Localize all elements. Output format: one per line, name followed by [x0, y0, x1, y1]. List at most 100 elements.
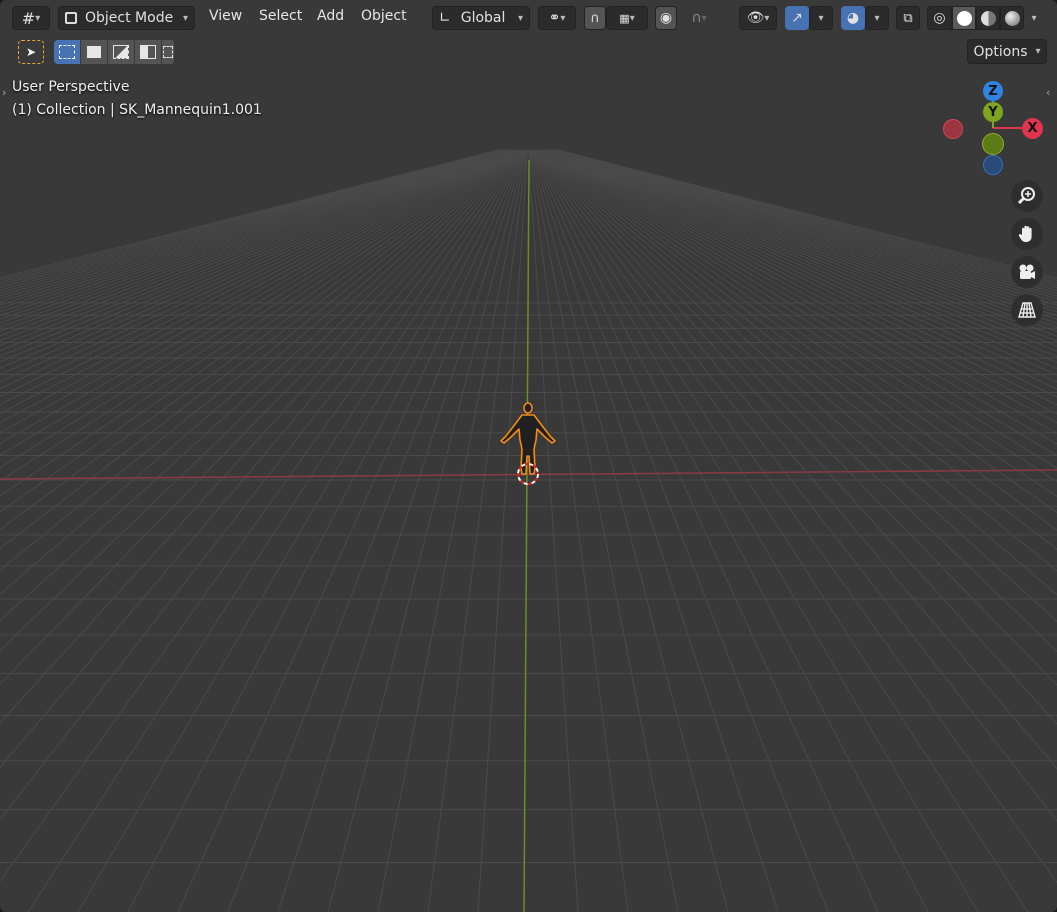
chevron-down-icon: ▾ [35, 12, 41, 24]
chevron-down-icon: ▾ [629, 12, 635, 24]
menu-object[interactable]: Object [361, 8, 407, 24]
grid-line [531, 149, 879, 912]
grid-line [0, 149, 523, 883]
gizmo-dropdown[interactable]: ▾ [809, 6, 833, 30]
editor-type-button[interactable]: # ▾ [12, 6, 50, 30]
proportional-edit-toggle[interactable]: ◉ [655, 6, 677, 30]
y-axis-line [523, 159, 530, 912]
shading-wireframe[interactable]: ◎ [927, 6, 952, 30]
snap-target-button[interactable]: ▦ ▾ [606, 6, 648, 30]
select-intersect-icon [163, 46, 173, 58]
grid-line [477, 149, 528, 912]
grid-line [377, 149, 527, 912]
mode-select[interactable]: Object Mode ▾ [58, 6, 195, 30]
gizmo-icon: ↗ [791, 10, 803, 26]
chevron-down-icon: ▾ [701, 12, 707, 24]
viewport-header: # ▾ Object Mode ▾ View Select Add Object … [0, 0, 1057, 36]
chevron-down-icon: ▾ [818, 12, 824, 24]
object-mode-icon [65, 12, 77, 24]
overlays-icon: ◕ [846, 10, 860, 26]
options-dropdown[interactable]: Options ▾ [967, 39, 1047, 64]
snap-toggle[interactable]: ∩ [584, 6, 606, 30]
zoom-button[interactable] [1011, 180, 1043, 212]
grid-icon: # [21, 8, 36, 28]
grid-perspective-icon [1018, 302, 1036, 318]
chevron-down-icon: ▾ [517, 12, 523, 24]
gizmo-z-label: Z [988, 83, 998, 99]
proportional-edit-icon: ◉ [659, 10, 673, 26]
grid-line [530, 149, 829, 912]
magnet-icon: ∩ [590, 10, 600, 26]
collection-info: (1) Collection | SK_Mannequin1.001 [12, 102, 262, 118]
solid-sphere-icon [956, 10, 972, 26]
xray-toggle[interactable]: ⧉ [896, 6, 920, 30]
grid-line [227, 149, 526, 912]
eye-icon: 👁 [746, 10, 765, 26]
falloff-button[interactable]: ∩ ▾ [679, 6, 719, 30]
orientation-label: Global [460, 10, 506, 26]
gizmo-x-axis[interactable]: X [1022, 118, 1043, 139]
gizmo-toggle[interactable]: ↗ [785, 6, 809, 30]
shading-material[interactable] [976, 6, 1000, 30]
gizmo-neg-y[interactable] [982, 133, 1004, 155]
3d-cursor[interactable] [514, 460, 542, 488]
camera-icon [1019, 264, 1035, 279]
select-mode-new[interactable] [54, 40, 81, 64]
transform-orientation-select[interactable]: ∟ Global ▾ [432, 6, 530, 30]
gizmo-z-axis[interactable]: Z [983, 81, 1003, 101]
grid-line [529, 149, 679, 912]
chevron-down-icon: ▾ [182, 12, 188, 24]
wireframe-sphere-icon: ◎ [933, 10, 946, 26]
snap-increment-icon: ▦ [619, 11, 630, 25]
menu-view[interactable]: View [209, 8, 242, 24]
grid-line [427, 149, 528, 912]
gizmo-y-axis[interactable]: Y [983, 102, 1003, 122]
pan-button[interactable] [1011, 218, 1043, 250]
zoom-icon [1017, 187, 1035, 205]
select-subtract-icon [113, 45, 129, 59]
shading-rendered[interactable] [1000, 6, 1024, 30]
select-new-icon [59, 45, 75, 59]
grid-line [327, 149, 527, 912]
overlays-dropdown[interactable]: ▾ [865, 6, 889, 30]
select-mode-invert[interactable] [135, 40, 162, 64]
material-sphere-icon [980, 10, 996, 26]
select-invert-icon [140, 45, 156, 59]
xray-icon: ⧉ [903, 10, 913, 26]
rendered-sphere-icon [1004, 10, 1020, 26]
chevron-down-icon: ▾ [560, 12, 566, 24]
chevron-down-icon: ▾ [764, 12, 770, 24]
shading-solid[interactable] [952, 6, 976, 30]
select-mode-intersect[interactable] [162, 40, 175, 64]
gizmo-x-label: X [1027, 121, 1038, 136]
grid-line [529, 149, 729, 912]
grid-line [528, 149, 629, 912]
grid-line [528, 149, 579, 912]
grid-line [0, 149, 523, 821]
shading-dropdown[interactable]: ▾ [1024, 6, 1044, 30]
toolbar-expand-arrow-icon[interactable]: › [2, 86, 6, 99]
overlays-toggle[interactable]: ◕ [841, 6, 865, 30]
perspective-toggle-button[interactable] [1011, 294, 1043, 326]
grid-line [177, 149, 525, 912]
falloff-curve-icon: ∩ [691, 10, 702, 26]
hand-icon [1018, 225, 1032, 242]
grid-line [77, 149, 524, 912]
pivot-point-button[interactable]: ⚭ ▾ [538, 6, 576, 30]
menu-select[interactable]: Select [259, 8, 302, 24]
pivot-icon: ⚭ [548, 10, 561, 26]
camera-view-button[interactable] [1011, 256, 1043, 288]
gizmo-y-label: Y [988, 104, 998, 120]
chevron-down-icon: ▾ [874, 12, 880, 24]
gizmo-neg-z[interactable] [983, 155, 1003, 175]
3d-viewport[interactable]: # ▾ Object Mode ▾ View Select Add Object … [0, 0, 1057, 912]
menu-add[interactable]: Add [317, 8, 344, 24]
select-mode-subtract[interactable] [108, 40, 135, 64]
gizmo-neg-x[interactable] [943, 119, 963, 139]
visibility-button[interactable]: 👁 ▾ [739, 6, 777, 30]
active-tool-button[interactable]: ➤ [18, 40, 44, 64]
orientation-icon: ∟ [439, 10, 451, 26]
select-mode-extend[interactable] [81, 40, 108, 64]
mode-label: Object Mode [85, 10, 174, 26]
cursor-arrow-icon: ➤ [25, 45, 37, 59]
